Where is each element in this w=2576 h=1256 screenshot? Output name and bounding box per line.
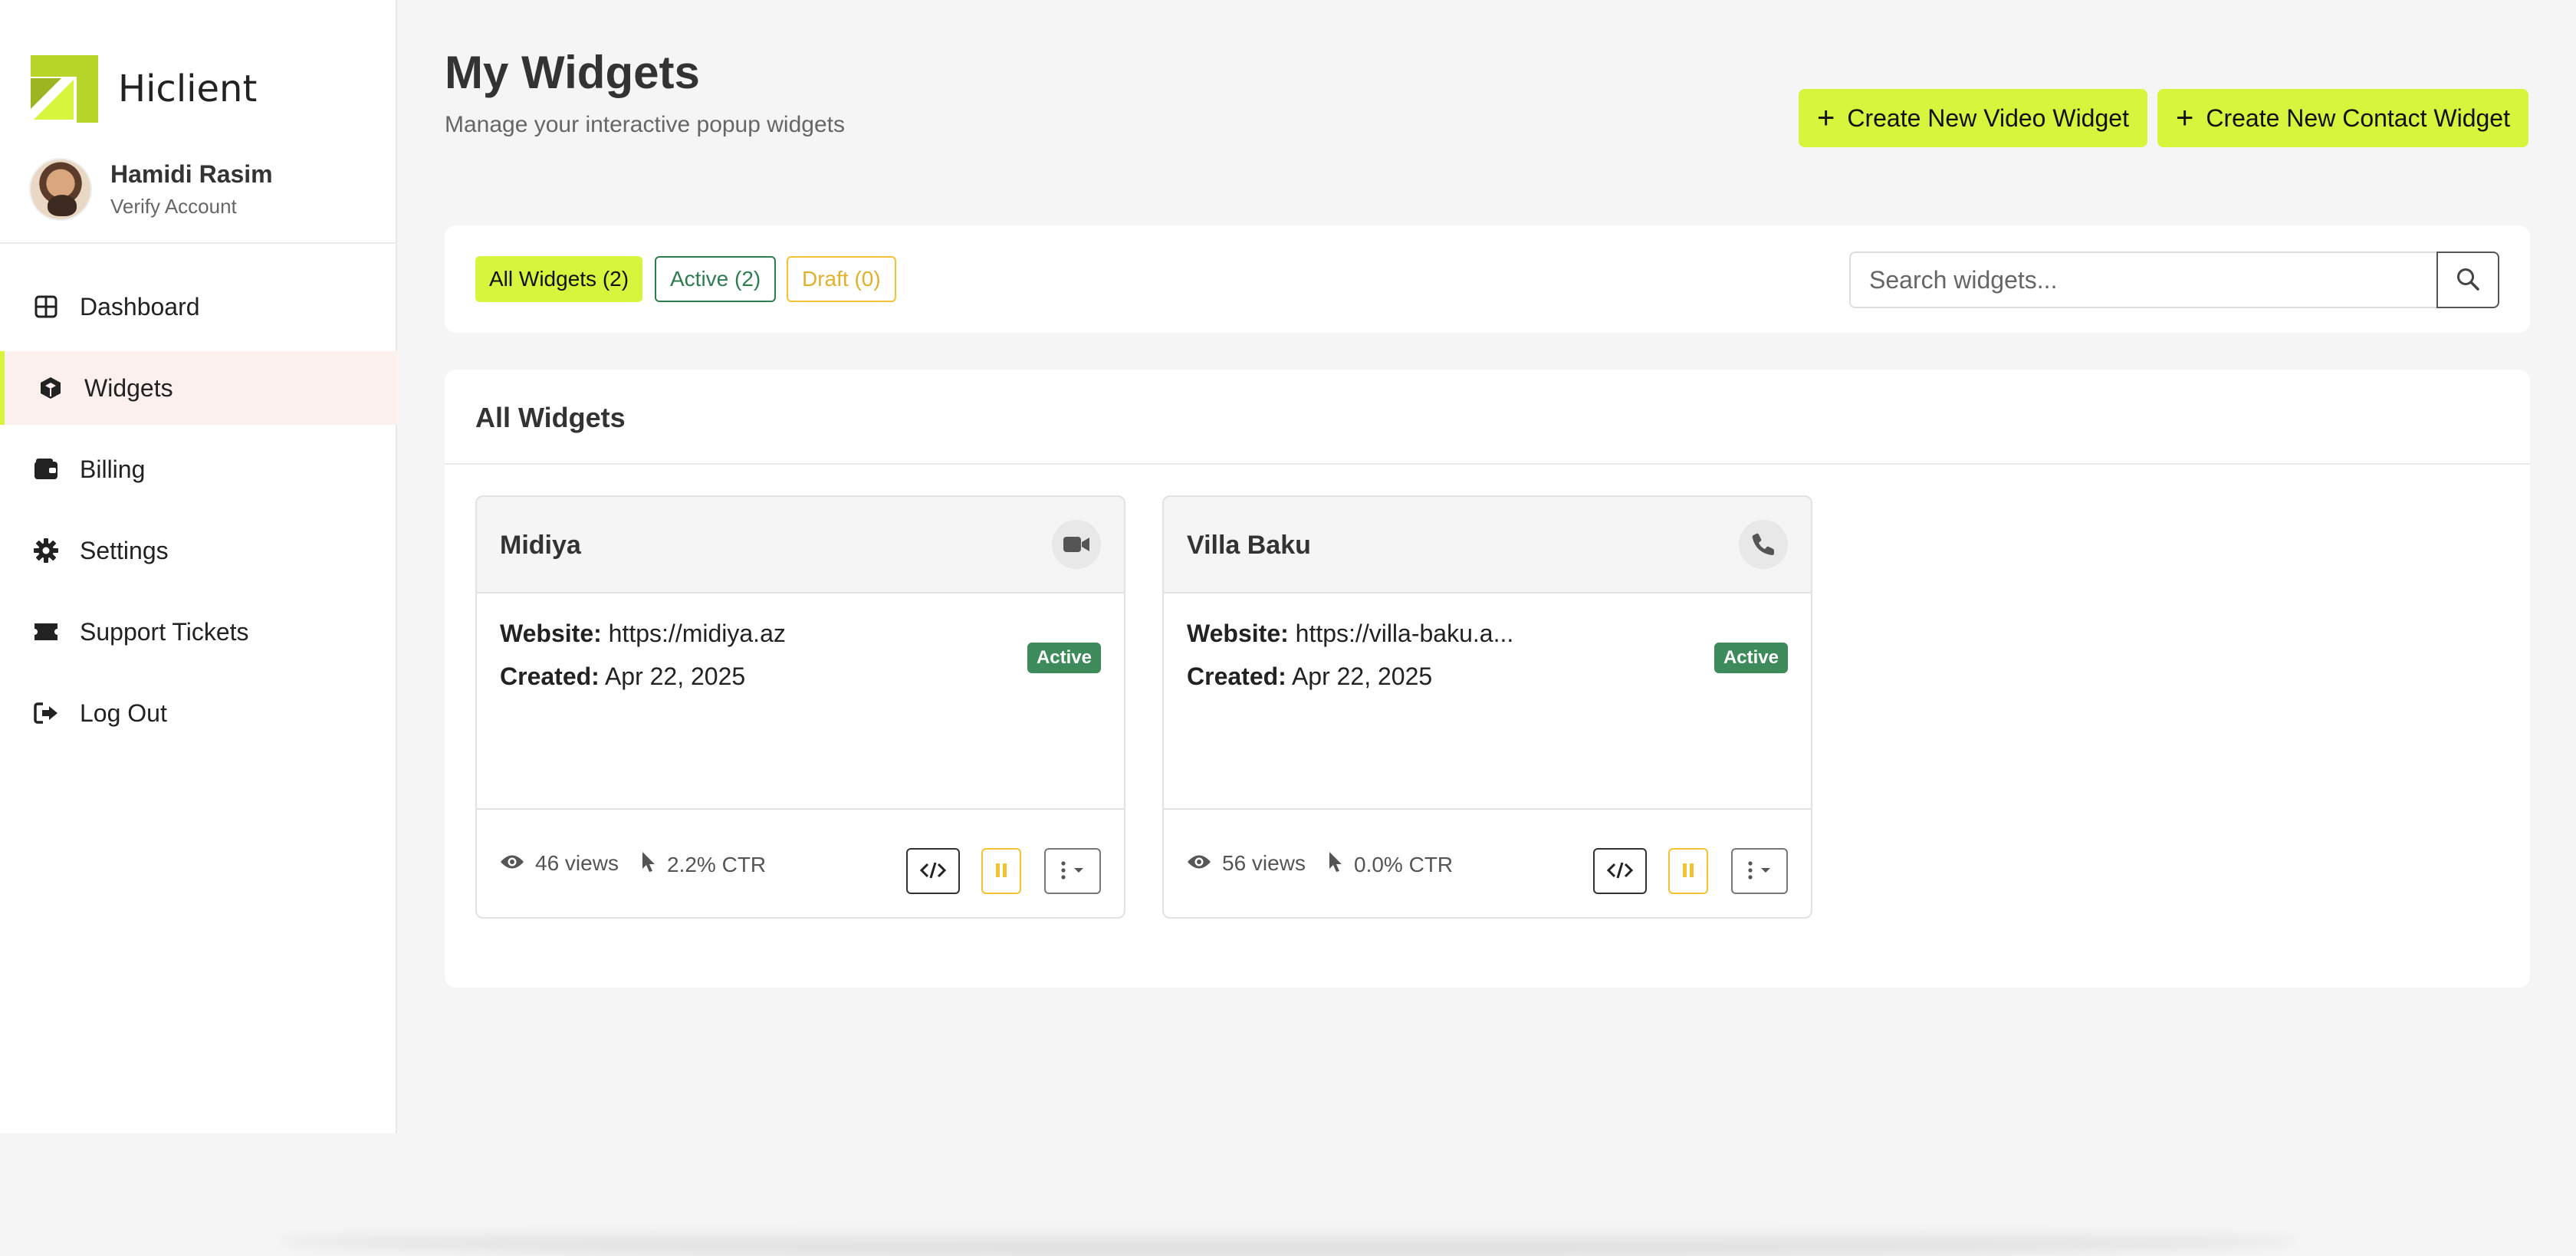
create-video-widget-label: Create New Video Widget	[1847, 104, 2129, 132]
filter-all-widgets[interactable]: All Widgets (2)	[475, 256, 643, 302]
logo[interactable]: Hiclient	[31, 55, 257, 123]
website-label: Website:	[1187, 620, 1289, 647]
filter-draft[interactable]: Draft (0)	[787, 256, 896, 302]
more-vertical-icon	[1744, 860, 1775, 883]
create-contact-widget-label: Create New Contact Widget	[2206, 104, 2510, 132]
embed-code-button[interactable]	[906, 848, 960, 894]
ctr-value: 0.0% CTR	[1354, 852, 1454, 876]
created-label: Created:	[500, 663, 600, 690]
plus-icon: +	[1817, 101, 1835, 135]
ctr-value: 2.2% CTR	[667, 852, 767, 876]
card-body: Website: https://villa-baku.a... Created…	[1164, 593, 1811, 810]
widget-card-midiya[interactable]: Midiya Website: https://midiya.az Create…	[475, 495, 1125, 919]
search-button[interactable]	[2436, 252, 2499, 308]
status-badge: Active	[1714, 643, 1788, 673]
pause-button[interactable]	[981, 848, 1021, 894]
sidebar-divider	[0, 242, 397, 244]
plus-icon: +	[2176, 101, 2194, 135]
views-count: 46 views	[535, 851, 619, 875]
created-label: Created:	[1187, 663, 1286, 690]
sidebar-item-label: Dashboard	[80, 292, 200, 321]
user-profile[interactable]: Hamidi Rasim Verify Account	[29, 158, 273, 221]
create-video-widget-button[interactable]: + Create New Video Widget	[1799, 89, 2147, 147]
card-body: Website: https://midiya.az Created: Apr …	[477, 593, 1124, 810]
sidebar-item-settings[interactable]: Settings	[0, 514, 397, 587]
search-bar	[1849, 252, 2499, 308]
ctr-stat: 2.2% CTR	[641, 851, 766, 878]
card-header: Villa Baku	[1164, 497, 1811, 593]
views-stat: 56 views	[1187, 851, 1306, 876]
page-title: My Widgets	[445, 47, 700, 98]
gear-icon	[32, 537, 60, 564]
created-row: Created: Apr 22, 2025	[500, 663, 745, 691]
sidebar-item-label: Billing	[80, 455, 146, 483]
sidebar-item-billing[interactable]: Billing	[0, 432, 397, 506]
sidebar-item-support-tickets[interactable]: Support Tickets	[0, 595, 397, 669]
pause-button[interactable]	[1668, 848, 1708, 894]
verify-account-link[interactable]: Verify Account	[110, 195, 273, 219]
website-label: Website:	[500, 620, 602, 647]
widget-card-villa-baku[interactable]: Villa Baku Website: https://villa-baku.a…	[1162, 495, 1812, 919]
widget-name: Midiya	[500, 531, 581, 560]
sidebar: Hiclient Hamidi Rasim Verify Account Das…	[0, 0, 397, 1133]
pause-icon	[1681, 862, 1695, 881]
card-footer: 56 views 0.0% CTR	[1164, 810, 1811, 917]
embed-code-button[interactable]	[1593, 848, 1647, 894]
code-icon	[1606, 861, 1634, 882]
website-row: Website: https://midiya.az	[500, 620, 786, 648]
page-subtitle: Manage your interactive popup widgets	[445, 112, 845, 137]
sidebar-item-logout[interactable]: Log Out	[0, 676, 397, 750]
ticket-icon	[32, 618, 60, 646]
eye-icon	[500, 851, 535, 876]
logo-icon	[31, 55, 98, 123]
grid-icon	[32, 293, 60, 321]
more-options-button[interactable]	[1044, 848, 1101, 894]
eye-icon	[1187, 851, 1222, 876]
sidebar-item-label: Support Tickets	[80, 617, 249, 646]
created-row: Created: Apr 22, 2025	[1187, 663, 1432, 691]
sidebar-item-widgets[interactable]: Widgets	[0, 351, 397, 425]
widget-name: Villa Baku	[1187, 531, 1311, 560]
create-contact-widget-button[interactable]: + Create New Contact Widget	[2157, 89, 2528, 147]
brand-name: Hiclient	[118, 67, 258, 110]
views-stat: 46 views	[500, 851, 619, 876]
search-icon	[2456, 267, 2480, 294]
created-value: Apr 22, 2025	[604, 663, 746, 690]
avatar	[29, 158, 92, 221]
code-icon	[919, 861, 947, 882]
website-row: Website: https://villa-baku.a...	[1187, 620, 1513, 648]
panel-title: All Widgets	[475, 402, 626, 433]
wallet-icon	[32, 455, 60, 483]
search-input[interactable]	[1849, 252, 2436, 308]
cursor-icon	[641, 851, 667, 878]
logout-icon	[32, 699, 60, 727]
widgets-panel: All Widgets Midiya Website: https://midi…	[445, 370, 2530, 988]
card-footer: 46 views 2.2% CTR	[477, 810, 1124, 917]
sidebar-item-label: Widgets	[84, 373, 173, 402]
status-badge: Active	[1027, 643, 1101, 673]
pause-icon	[994, 862, 1008, 881]
sidebar-item-label: Settings	[80, 536, 169, 564]
bottom-shadow	[276, 1227, 2300, 1256]
phone-icon	[1739, 520, 1788, 569]
filter-panel: All Widgets (2) Active (2) Draft (0)	[445, 225, 2530, 333]
panel-divider	[445, 463, 2530, 465]
website-value: https://midiya.az	[608, 620, 786, 647]
card-header: Midiya	[477, 497, 1124, 593]
sidebar-item-label: Log Out	[80, 699, 167, 727]
cube-icon	[37, 374, 64, 402]
views-count: 56 views	[1222, 851, 1306, 875]
cursor-icon	[1328, 851, 1354, 878]
video-camera-icon	[1052, 520, 1101, 569]
website-value: https://villa-baku.a...	[1295, 620, 1514, 647]
created-value: Apr 22, 2025	[1291, 663, 1433, 690]
sidebar-nav: Dashboard Widgets Billing Settings Suppo…	[0, 270, 397, 758]
more-vertical-icon	[1057, 860, 1088, 883]
profile-name: Hamidi Rasim	[110, 160, 273, 188]
filter-active[interactable]: Active (2)	[655, 256, 777, 302]
sidebar-item-dashboard[interactable]: Dashboard	[0, 270, 397, 344]
more-options-button[interactable]	[1731, 848, 1788, 894]
ctr-stat: 0.0% CTR	[1328, 851, 1453, 878]
